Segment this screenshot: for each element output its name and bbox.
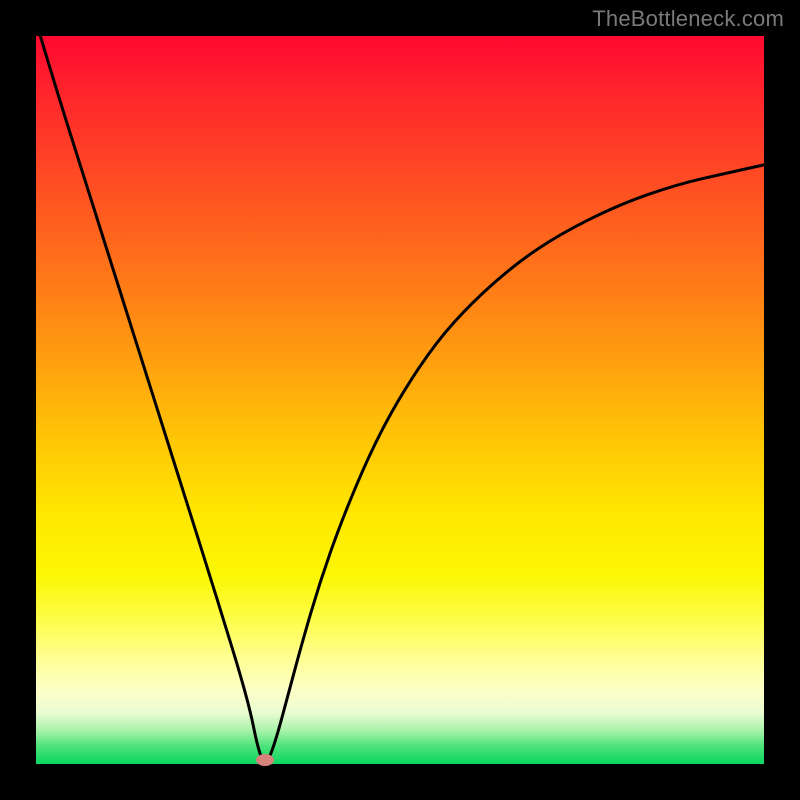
plot-area [36,36,764,764]
curve-svg [36,36,764,764]
minimum-marker [256,754,274,766]
watermark-text: TheBottleneck.com [592,6,784,32]
chart-frame: TheBottleneck.com [0,0,800,800]
bottleneck-curve [36,36,764,763]
